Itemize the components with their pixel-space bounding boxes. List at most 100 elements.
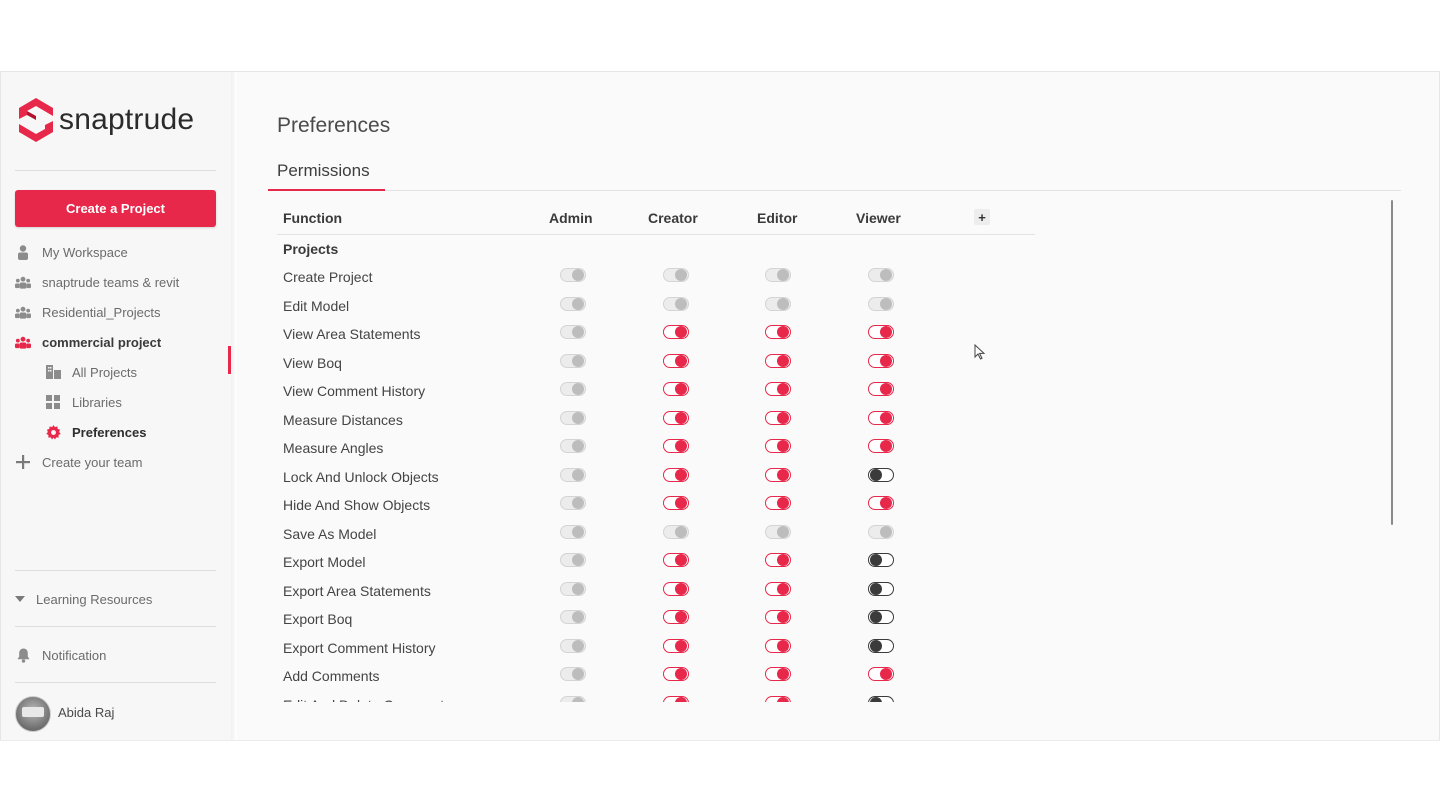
permission-toggle-editor[interactable] (765, 467, 791, 482)
add-column-button[interactable]: + (974, 209, 990, 225)
toggle-knob (675, 354, 687, 367)
permission-toggle-creator[interactable] (663, 667, 689, 681)
permission-toggle-editor[interactable] (765, 296, 791, 311)
permission-toggle-admin[interactable] (560, 353, 586, 368)
toggle-knob (572, 297, 584, 310)
permission-toggle-viewer[interactable] (868, 667, 894, 681)
permission-toggle-viewer[interactable] (868, 638, 894, 653)
sidebar-item-residential-projects[interactable]: Residential_Projects (15, 302, 161, 322)
permission-toggle-admin[interactable] (560, 439, 586, 453)
permission-toggle-viewer[interactable] (868, 581, 894, 596)
sidebar-item-commercial-project[interactable]: commercial project (15, 332, 161, 352)
permission-toggle-editor[interactable] (765, 353, 791, 368)
notification-label: Notification (42, 647, 107, 663)
toggle-knob (777, 554, 789, 566)
permission-toggle-creator[interactable] (663, 382, 689, 396)
permission-toggle-admin[interactable] (560, 268, 586, 282)
permission-toggle-admin[interactable] (560, 467, 586, 482)
permission-toggle-creator[interactable] (663, 325, 689, 339)
sidebar-item-snaptrude-teams[interactable]: snaptrude teams & revit (15, 272, 179, 292)
permission-toggle-creator[interactable] (663, 610, 689, 624)
permission-toggle-viewer[interactable] (868, 695, 894, 702)
toggle-knob (572, 554, 584, 566)
permission-toggle-admin[interactable] (560, 410, 586, 425)
toggle-knob (572, 269, 584, 281)
permission-toggle-creator[interactable] (663, 581, 689, 596)
permission-toggle-editor[interactable] (765, 439, 791, 453)
logo[interactable]: snaptrude (19, 98, 194, 142)
permission-toggle-admin[interactable] (560, 667, 586, 681)
permission-toggle-viewer[interactable] (868, 496, 894, 510)
permission-toggle-creator[interactable] (663, 353, 689, 368)
permission-toggle-viewer[interactable] (868, 439, 894, 453)
learning-resources-toggle[interactable]: Learning Resources (15, 589, 152, 609)
permission-toggle-viewer[interactable] (868, 410, 894, 425)
notification-item[interactable]: Notification (15, 645, 106, 665)
permission-toggle-editor[interactable] (765, 581, 791, 596)
permission-toggle-admin[interactable] (560, 638, 586, 653)
team-icon (15, 334, 31, 350)
permission-toggle-viewer[interactable] (868, 353, 894, 368)
sidebar-item-all-projects[interactable]: All Projects (45, 362, 137, 382)
permission-toggle-viewer[interactable] (868, 268, 894, 282)
permission-toggle-viewer[interactable] (868, 467, 894, 482)
permission-toggle-editor[interactable] (765, 638, 791, 653)
permission-toggle-admin[interactable] (560, 296, 586, 311)
permission-toggle-viewer[interactable] (868, 296, 894, 311)
permission-toggle-editor[interactable] (765, 667, 791, 681)
sidebar-item-preferences[interactable]: Preferences (45, 422, 146, 442)
toggle-knob (675, 696, 687, 702)
toggle-knob (880, 497, 892, 509)
sidebar-item-my-workspace[interactable]: My Workspace (15, 242, 128, 262)
permission-toggle-editor[interactable] (765, 496, 791, 510)
avatar[interactable] (15, 696, 51, 732)
permission-toggle-viewer[interactable] (868, 553, 894, 567)
permission-toggle-admin[interactable] (560, 610, 586, 624)
permission-toggle-viewer[interactable] (868, 382, 894, 396)
toggle-knob (777, 383, 789, 395)
permission-toggle-creator[interactable] (663, 553, 689, 567)
permission-toggle-viewer[interactable] (868, 524, 894, 539)
permission-toggle-creator[interactable] (663, 467, 689, 482)
permission-toggle-editor[interactable] (765, 695, 791, 702)
snaptrude-logo-icon (19, 98, 53, 142)
permission-toggle-admin[interactable] (560, 325, 586, 339)
create-project-button[interactable]: Create a Project (15, 190, 216, 227)
permission-toggle-creator[interactable] (663, 524, 689, 539)
toggle-knob (870, 696, 882, 702)
permission-toggle-admin[interactable] (560, 382, 586, 396)
sidebar-item-libraries[interactable]: Libraries (45, 392, 122, 412)
column-header-admin: Admin (549, 210, 593, 226)
permission-toggle-creator[interactable] (663, 439, 689, 453)
permission-toggle-viewer[interactable] (868, 325, 894, 339)
permission-toggle-admin[interactable] (560, 553, 586, 567)
permission-toggle-creator[interactable] (663, 638, 689, 653)
sidebar-item-create-team[interactable]: Create your team (15, 452, 142, 472)
tab-permissions[interactable]: Permissions (277, 161, 370, 181)
permission-toggle-editor[interactable] (765, 325, 791, 339)
permission-toggle-editor[interactable] (765, 382, 791, 396)
toggle-knob (870, 582, 882, 595)
permission-toggle-editor[interactable] (765, 524, 791, 539)
permission-toggle-viewer[interactable] (868, 610, 894, 624)
permission-toggle-creator[interactable] (663, 410, 689, 425)
permission-toggle-creator[interactable] (663, 695, 689, 702)
toggle-knob (880, 411, 892, 424)
scrollbar[interactable] (1391, 200, 1393, 525)
permission-toggle-editor[interactable] (765, 553, 791, 567)
permission-toggle-admin[interactable] (560, 581, 586, 596)
column-header-function: Function (283, 210, 343, 226)
permission-toggle-admin[interactable] (560, 496, 586, 510)
permission-toggle-admin[interactable] (560, 524, 586, 539)
permission-toggle-admin[interactable] (560, 695, 586, 702)
toggle-knob (675, 468, 687, 481)
toggle-knob (777, 611, 789, 623)
permission-toggle-creator[interactable] (663, 268, 689, 282)
permission-toggle-editor[interactable] (765, 410, 791, 425)
permission-toggle-creator[interactable] (663, 496, 689, 510)
permission-toggle-creator[interactable] (663, 296, 689, 311)
sidebar: snaptrude Create a Project My Workspace … (1, 72, 231, 740)
user-name[interactable]: Abida Raj (58, 705, 114, 720)
permission-toggle-editor[interactable] (765, 268, 791, 282)
permission-toggle-editor[interactable] (765, 610, 791, 624)
